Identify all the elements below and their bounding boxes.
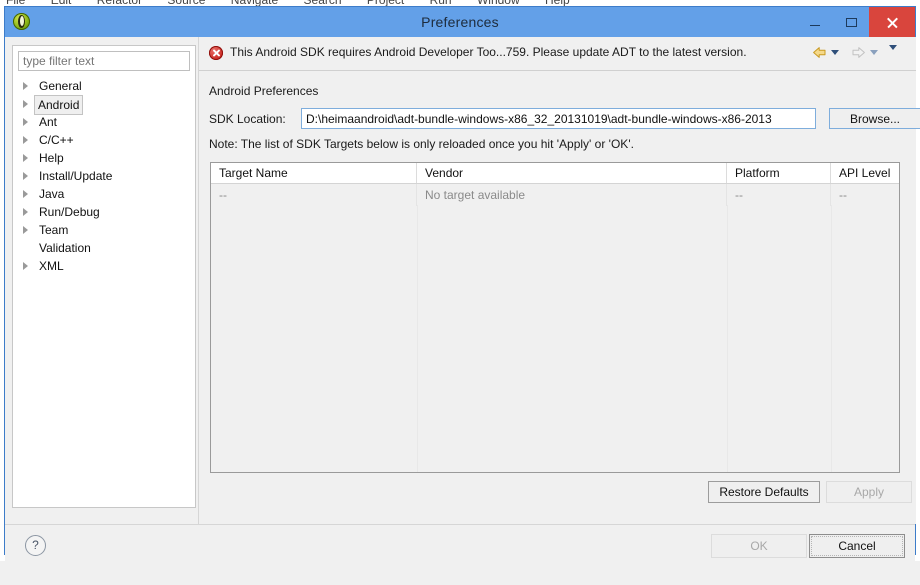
column-header-api-level[interactable]: API Level [831,163,899,183]
chevron-right-icon[interactable] [23,100,28,108]
sidebar-item-xml[interactable]: XML [13,257,195,275]
sidebar-item-validation[interactable]: Validation [13,239,195,257]
forward-arrow-icon [851,45,866,60]
sidebar-item-label: C/C++ [39,133,74,147]
sidebar-item-label: Help [39,151,64,165]
sidebar-item-team[interactable]: Team [13,221,195,239]
content-pane: This Android SDK requires Android Develo… [198,37,920,524]
sidebar-item-android[interactable]: Android [13,95,195,115]
minimize-icon[interactable] [797,7,833,37]
cell-platform: -- [727,184,831,206]
back-arrow-icon[interactable] [812,45,827,60]
sdk-location-label: SDK Location: [209,112,286,126]
chevron-right-icon[interactable] [23,82,28,90]
sidebar-item-label: XML [39,259,64,273]
chevron-down-icon[interactable] [889,45,897,50]
navigate-menu-group[interactable] [889,45,897,50]
column-header-platform[interactable]: Platform [727,163,831,183]
sdk-location-row: SDK Location: Browse... [209,108,920,130]
maximize-icon[interactable] [833,7,869,37]
sidebar-item-help[interactable]: Help [13,149,195,167]
chevron-right-icon[interactable] [23,136,28,144]
cell-target-name: -- [211,184,417,206]
navigate-back-group[interactable] [812,45,839,60]
cell-vendor: No target available [417,184,727,206]
chevron-right-icon[interactable] [23,190,28,198]
chevron-down-icon[interactable] [870,50,878,55]
dialog-title: Preferences [421,14,499,30]
chevron-right-icon[interactable] [23,208,28,216]
dialog-footer: ? OK Cancel [5,524,915,585]
note-text: Note: The list of SDK Targets below is o… [209,137,634,151]
sidebar-item-label: Install/Update [39,169,113,183]
dialog-body: General Android Ant C/C++ Help [5,37,920,585]
status-message-bar: This Android SDK requires Android Develo… [199,37,916,71]
sidebar-item-run-debug[interactable]: Run/Debug [13,203,195,221]
sidebar-item-label: Team [39,223,69,237]
sidebar-item-label: Java [39,187,65,201]
cell-api-level: -- [839,188,847,202]
sidebar-item-general[interactable]: General [13,77,195,95]
sdk-location-input[interactable] [301,108,816,129]
sidebar-item-label: Validation [39,241,91,255]
cancel-button[interactable]: Cancel [809,534,905,558]
table-header-row: Target Name Vendor Platform API Level [211,163,899,184]
chevron-down-icon[interactable] [831,50,839,55]
close-icon[interactable] [869,7,915,37]
table-empty-area [211,205,899,472]
sidebar-item-java[interactable]: Java [13,185,195,203]
chevron-right-icon[interactable] [23,172,28,180]
preferences-tree[interactable]: General Android Ant C/C++ Help Install/U… [13,77,195,507]
filter-input[interactable] [18,51,190,71]
sidebar-item-label: Ant [39,115,58,129]
apply-button: Apply [826,481,912,503]
restore-defaults-button[interactable]: Restore Defaults [708,481,820,503]
dialog-title-bar[interactable]: Preferences [5,7,915,37]
sidebar-item-label: Android [34,95,84,115]
error-icon [209,46,223,60]
table-row[interactable]: -- No target available -- -- [211,184,899,206]
help-icon[interactable]: ? [25,535,46,556]
column-header-target-name[interactable]: Target Name [211,163,417,183]
navigate-forward-group [851,45,878,60]
sidebar-item-cpp[interactable]: C/C++ [13,131,195,149]
chevron-right-icon[interactable] [23,262,28,270]
sidebar-item-label: Run/Debug [39,205,100,219]
column-header-vendor[interactable]: Vendor [417,163,727,183]
status-message-text: This Android SDK requires Android Develo… [230,45,747,59]
page-title: Android Preferences [209,84,319,98]
sidebar-item-ant[interactable]: Ant [13,113,195,131]
eclipse-icon [13,13,30,30]
sidebar-item-label: General [39,79,82,93]
preferences-dialog: Preferences General Android [4,6,920,585]
chevron-right-icon[interactable] [23,118,28,126]
ok-button: OK [711,534,807,558]
chevron-right-icon[interactable] [23,154,28,162]
preferences-tree-panel: General Android Ant C/C++ Help [12,45,196,508]
sidebar-item-install-update[interactable]: Install/Update [13,167,195,185]
chevron-right-icon[interactable] [23,226,28,234]
browse-button[interactable]: Browse... [829,108,920,129]
sdk-targets-table[interactable]: Target Name Vendor Platform API Level --… [210,162,900,473]
